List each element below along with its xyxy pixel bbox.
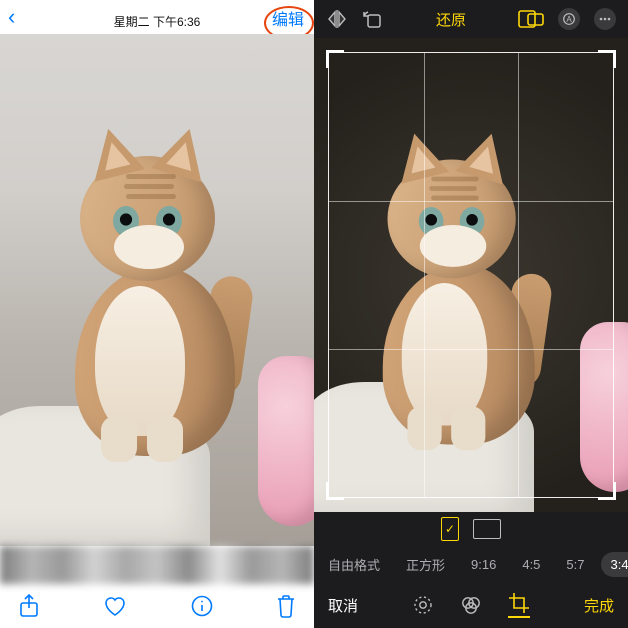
aspect-preset-icon[interactable] (518, 10, 544, 28)
crop-frame[interactable] (328, 52, 614, 498)
photo-editor-screen: 还原 A (314, 0, 628, 628)
orientation-portrait[interactable]: ✓ (441, 517, 459, 541)
editor-toolbar: 取消 完成 (314, 582, 628, 628)
ratio-5-7[interactable]: 5:7 (556, 552, 594, 577)
ratio-9-16[interactable]: 9:16 (461, 552, 506, 577)
editor-header: 还原 A (314, 0, 628, 38)
info-icon[interactable] (191, 595, 213, 617)
svg-text:A: A (566, 15, 572, 24)
ellipsis-circle-icon[interactable] (594, 8, 616, 30)
orientation-landscape[interactable] (473, 519, 501, 539)
crop-handle-bl[interactable] (326, 482, 344, 500)
aspect-ratio-list[interactable]: 自由格式 正方形 9:16 4:5 5:7 3:4 3:5 2:3 (314, 546, 628, 582)
photo-datetime: 星期二 下午6:36 (114, 13, 201, 30)
ratio-freeform[interactable]: 自由格式 (318, 550, 390, 579)
photo-canvas[interactable] (0, 34, 314, 546)
revert-button[interactable]: 还原 (436, 9, 466, 30)
share-icon[interactable] (18, 594, 40, 618)
heart-icon[interactable] (103, 595, 127, 617)
viewer-header: ‹ 星期二 下午6:36 编辑 (0, 0, 314, 34)
crop-handle-tr[interactable] (598, 50, 616, 68)
ratio-square[interactable]: 正方形 (396, 550, 455, 579)
crop-handle-br[interactable] (598, 482, 616, 500)
cancel-button[interactable]: 取消 (328, 595, 358, 616)
trash-icon[interactable] (276, 594, 296, 618)
adjust-dial-icon[interactable] (412, 594, 434, 616)
back-chevron-icon[interactable]: ‹ (8, 4, 15, 30)
viewer-toolbar (0, 584, 314, 628)
crop-icon[interactable] (508, 592, 530, 618)
flip-horizontal-icon[interactable] (326, 10, 348, 28)
filters-icon[interactable] (460, 594, 482, 616)
thumbnail-strip[interactable] (0, 546, 314, 584)
ratio-3-4[interactable]: 3:4 (601, 552, 628, 577)
crop-handle-tl[interactable] (326, 50, 344, 68)
done-button[interactable]: 完成 (584, 595, 614, 616)
ratio-4-5[interactable]: 4:5 (512, 552, 550, 577)
orientation-toggle: ✓ (314, 512, 628, 546)
markup-circle-icon[interactable]: A (558, 8, 580, 30)
photo-content (0, 34, 314, 546)
photo-viewer-screen: ‹ 星期二 下午6:36 编辑 RAW (0, 0, 314, 628)
rotate-icon[interactable] (362, 9, 384, 29)
crop-canvas[interactable] (314, 38, 628, 512)
